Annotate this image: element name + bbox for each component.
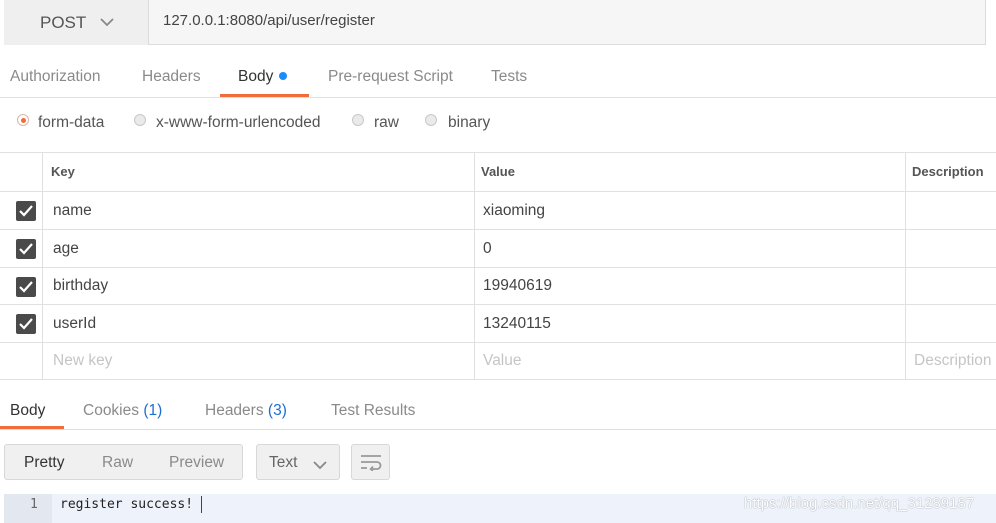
radio-label-raw[interactable]: raw [374,114,399,132]
row-key[interactable]: name [53,202,92,220]
column-header-key: Key [51,164,75,179]
text-type-label: Text [269,454,298,471]
response-tab-cookies[interactable]: Cookies (1) [83,402,162,420]
method-select[interactable]: POST [4,0,149,45]
chevron-down-icon [313,457,327,474]
format-raw-button[interactable]: Raw [102,454,133,472]
watermark: https://blog.csdn.net/qq_31289187 [744,495,975,512]
response-tab-headers[interactable]: Headers (3) [205,402,287,420]
row-divider [0,304,996,305]
radio-form-data[interactable] [17,114,29,126]
row-value[interactable]: 19940619 [483,277,552,295]
checkmark-icon [19,205,33,217]
tab-authorization[interactable]: Authorization [10,68,100,86]
headers-count: (3) [267,402,287,419]
column-divider [474,152,475,379]
new-description-input[interactable]: Description [914,352,996,370]
tab-pre-request-script[interactable]: Pre-request Script [328,68,453,86]
tab-body-label: Body [238,68,274,85]
column-header-description: Description [912,164,984,179]
row-key[interactable]: userId [53,315,96,333]
tab-body[interactable]: Body [238,68,288,86]
checkmark-icon [19,281,33,293]
table-top-border [0,152,996,153]
row-divider [0,342,996,343]
column-divider [42,152,43,379]
response-tab-body[interactable]: Body [10,402,45,420]
line-number: 1 [30,497,38,512]
row-checkbox[interactable] [16,239,36,259]
tab-headers[interactable]: Headers [142,68,201,86]
response-text: register success! [60,497,194,512]
column-header-value: Value [481,164,515,179]
new-value-input[interactable]: Value [483,352,522,370]
radio-x-www-form-urlencoded[interactable] [134,114,146,126]
row-key[interactable]: age [53,240,79,258]
line-number-gutter [4,494,52,523]
wrap-lines-button[interactable] [351,444,390,480]
column-divider [905,152,906,379]
row-key[interactable]: birthday [53,277,108,295]
response-tab-test-results[interactable]: Test Results [331,402,415,420]
radio-binary[interactable] [425,114,437,126]
method-label: POST [40,12,87,32]
divider [0,97,996,98]
radio-label-urlencoded[interactable]: x-www-form-urlencoded [156,114,321,132]
row-value[interactable]: 0 [483,240,492,258]
text-caret [201,496,202,513]
request-bar [4,0,986,45]
row-divider [0,267,996,268]
chevron-down-icon [100,14,114,31]
row-value[interactable]: xiaoming [483,202,545,220]
checkmark-icon [19,318,33,330]
new-key-input[interactable]: New key [53,352,112,370]
row-divider [0,229,996,230]
format-preview-button[interactable]: Preview [169,454,224,472]
table-bottom-border [0,379,996,380]
response-tab-cookies-label: Cookies [83,402,139,419]
checkmark-icon [19,243,33,255]
modified-dot-icon [279,72,288,80]
row-value[interactable]: 13240115 [483,315,551,333]
row-checkbox[interactable] [16,314,36,334]
row-checkbox[interactable] [16,277,36,297]
divider [0,429,996,430]
table-header-border [0,191,996,192]
radio-raw[interactable] [352,114,364,126]
row-checkbox[interactable] [16,201,36,221]
wrap-lines-icon [360,453,382,475]
text-type-select[interactable]: Text [256,444,340,480]
format-pretty-button[interactable]: Pretty [24,454,64,472]
cookies-count: (1) [143,402,163,419]
response-tab-headers-label: Headers [205,402,264,419]
radio-label-form-data[interactable]: form-data [38,114,104,132]
url-input[interactable]: 127.0.0.1:8080/api/user/register [163,12,375,29]
radio-label-binary[interactable]: binary [448,114,490,132]
tab-tests[interactable]: Tests [491,68,527,86]
